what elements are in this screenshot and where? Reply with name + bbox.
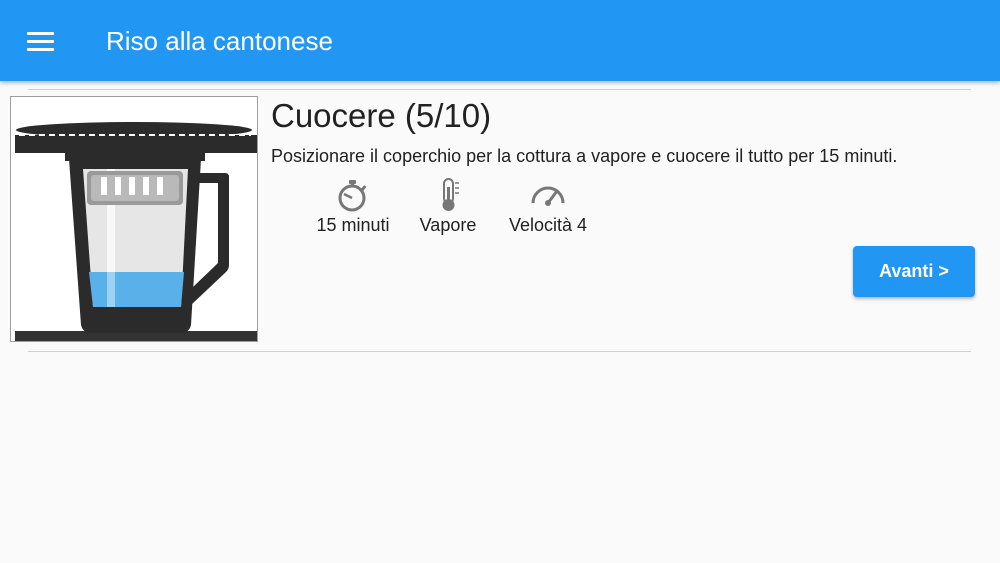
param-time-label: 15 minuti (316, 215, 390, 235)
param-temperature-label: Vapore (419, 215, 477, 235)
timer-icon (338, 180, 367, 212)
param-speed: Velocità 4 (498, 177, 598, 237)
thermomix-varoma-illustration (15, 122, 257, 341)
speedometer-icon (531, 186, 565, 206)
divider-bottom (28, 351, 971, 352)
app-bar: Riso alla cantonese (0, 0, 1000, 81)
next-button[interactable]: Avanti > (853, 246, 975, 297)
page-title: Riso alla cantonese (106, 26, 333, 56)
step-title: Cuocere (5/10) (271, 97, 492, 134)
thermometer-icon (442, 178, 459, 211)
param-temperature: Vapore (412, 177, 484, 237)
hamburger-menu-icon[interactable] (22, 24, 60, 58)
divider-top (28, 89, 971, 90)
step-illustration (10, 96, 258, 342)
param-speed-label: Velocità 4 (508, 215, 588, 235)
step-description: Posizionare il coperchio per la cottura … (271, 146, 898, 166)
param-time: 15 minuti (308, 177, 398, 237)
